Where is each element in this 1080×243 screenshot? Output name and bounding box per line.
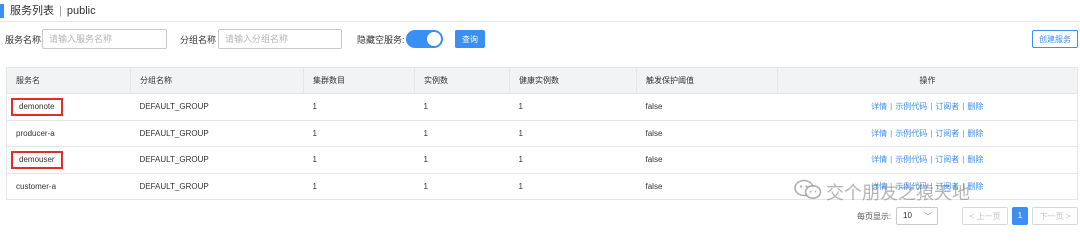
group-name-input[interactable] xyxy=(218,29,342,49)
wechat-icon xyxy=(794,179,822,210)
col-header-protect-threshold: 触发保护阈值 xyxy=(636,67,778,94)
action-link-3[interactable]: 删除 xyxy=(967,129,983,138)
hide-empty-label: 隐藏空服务: xyxy=(357,35,405,45)
table-row: demouser DEFAULT_GROUP 1 1 1 false 详情 | 示例… xyxy=(6,146,1078,174)
service-name: demonote xyxy=(19,101,55,111)
cell-service-name: demonote xyxy=(6,93,131,121)
cell-actions: 详情 | 示例代码 | 订阅者 | 删除 xyxy=(777,146,1078,174)
cell-service-name: demouser xyxy=(6,146,131,174)
hide-empty-toggle[interactable] xyxy=(406,30,443,48)
cell-instance-count: 1 xyxy=(414,173,510,200)
cell-group-name: DEFAULT_GROUP xyxy=(130,173,304,200)
col-header-actions: 操作 xyxy=(777,67,1078,94)
action-link-1[interactable]: 示例代码 xyxy=(895,102,927,111)
col-header-healthy-count: 健康实例数 xyxy=(509,67,637,94)
cell-instance-count: 1 xyxy=(414,93,510,121)
title-separator: | xyxy=(59,5,62,17)
col-header-group-name: 分组名称 xyxy=(130,67,304,94)
service-name: customer-a xyxy=(16,181,57,191)
next-page-button[interactable]: 下一页 > xyxy=(1032,207,1078,225)
action-link-2[interactable]: 订阅者 xyxy=(935,155,959,164)
cell-protect-threshold: false xyxy=(636,173,778,200)
cell-group-name: DEFAULT_GROUP xyxy=(130,120,304,147)
group-name-label: 分组名称 xyxy=(180,35,217,45)
page-size-value: 10 xyxy=(903,211,912,220)
page-title-text: 服务列表 xyxy=(10,5,54,17)
cell-protect-threshold: false xyxy=(636,93,778,121)
service-name: producer-a xyxy=(16,128,55,138)
action-link-0[interactable]: 详情 xyxy=(871,129,887,138)
cell-cluster-count: 1 xyxy=(303,93,415,121)
col-header-cluster-count: 集群数目 xyxy=(303,67,415,94)
action-separator: | xyxy=(890,128,893,138)
cell-cluster-count: 1 xyxy=(303,146,415,174)
cell-protect-threshold: false xyxy=(636,146,778,174)
cell-actions: 详情 | 示例代码 | 订阅者 | 删除 xyxy=(777,93,1078,121)
action-separator: | xyxy=(962,128,965,138)
cell-service-name: producer-a xyxy=(6,120,131,147)
pagination: 每页显示: 10 ﹀ < 上一页 1 下一页 > xyxy=(0,206,1080,226)
namespace-label: public xyxy=(66,5,96,17)
page-size-label: 每页显示: xyxy=(857,212,892,221)
table-row: demonote DEFAULT_GROUP 1 1 1 false 详情 | 示例… xyxy=(6,93,1078,121)
cell-actions: 详情 | 示例代码 | 订阅者 | 删除 xyxy=(777,120,1078,147)
cell-protect-threshold: false xyxy=(636,120,778,147)
col-header-instance-count: 实例数 xyxy=(414,67,510,94)
page-title: 服务列表 | public xyxy=(10,4,96,18)
watermark-text: 交个朋友之猿天地 xyxy=(826,183,970,203)
action-link-3[interactable]: 删除 xyxy=(967,155,983,164)
action-link-0[interactable]: 详情 xyxy=(871,102,887,111)
cell-group-name: DEFAULT_GROUP xyxy=(130,146,304,174)
action-link-2[interactable]: 订阅者 xyxy=(935,129,959,138)
cell-instance-count: 1 xyxy=(414,146,510,174)
cell-healthy-count: 1 xyxy=(509,146,637,174)
cell-service-name: customer-a xyxy=(6,173,131,200)
action-link-3[interactable]: 删除 xyxy=(967,102,983,111)
table-row: producer-a DEFAULT_GROUP 1 1 1 false 详情 |… xyxy=(6,120,1078,147)
create-service-button[interactable]: 创建服务 xyxy=(1032,30,1078,48)
action-link-0[interactable]: 详情 xyxy=(871,155,887,164)
cell-healthy-count: 1 xyxy=(509,93,637,121)
action-separator: | xyxy=(890,102,893,112)
action-link-1[interactable]: 示例代码 xyxy=(895,129,927,138)
filter-bar: 服务名称 分组名称 隐藏空服务: 查询 创建服务 xyxy=(0,28,1080,52)
action-separator: | xyxy=(890,155,893,165)
highlight-box: demonote xyxy=(11,97,63,116)
action-separator: | xyxy=(930,128,933,138)
cell-healthy-count: 1 xyxy=(509,120,637,147)
cell-instance-count: 1 xyxy=(414,120,510,147)
cell-healthy-count: 1 xyxy=(509,173,637,200)
action-link-2[interactable]: 订阅者 xyxy=(935,102,959,111)
action-separator: | xyxy=(930,155,933,165)
current-page-button[interactable]: 1 xyxy=(1012,207,1028,225)
chevron-down-icon: ﹀ xyxy=(924,212,932,221)
service-name: demouser xyxy=(19,154,55,164)
highlight-box: demouser xyxy=(11,150,63,169)
prev-page-button[interactable]: < 上一页 xyxy=(962,207,1008,225)
cell-cluster-count: 1 xyxy=(303,173,415,200)
title-accent-bar xyxy=(0,4,4,18)
action-separator: | xyxy=(962,155,965,165)
col-header-service-name: 服务名 xyxy=(6,67,131,94)
action-separator: | xyxy=(930,102,933,112)
action-separator: | xyxy=(962,102,965,112)
table-header-row: 服务名 分组名称 集群数目 实例数 健康实例数 触发保护阈值 操作 xyxy=(6,67,1078,94)
service-list-page: 服务列表 | public 服务名称 分组名称 隐藏空服务: 查询 创建服务 服务名… xyxy=(0,0,1080,243)
page-size-select[interactable]: 10 ﹀ xyxy=(896,207,938,225)
cell-cluster-count: 1 xyxy=(303,120,415,147)
query-button[interactable]: 查询 xyxy=(455,30,485,48)
action-link-1[interactable]: 示例代码 xyxy=(895,155,927,164)
service-name-label: 服务名称 xyxy=(5,35,42,45)
title-bar: 服务列表 | public xyxy=(0,0,1080,22)
watermark: 交个朋友之猿天地 xyxy=(794,178,970,208)
service-name-input[interactable] xyxy=(42,29,167,49)
toggle-knob xyxy=(427,32,441,46)
cell-group-name: DEFAULT_GROUP xyxy=(130,93,304,121)
